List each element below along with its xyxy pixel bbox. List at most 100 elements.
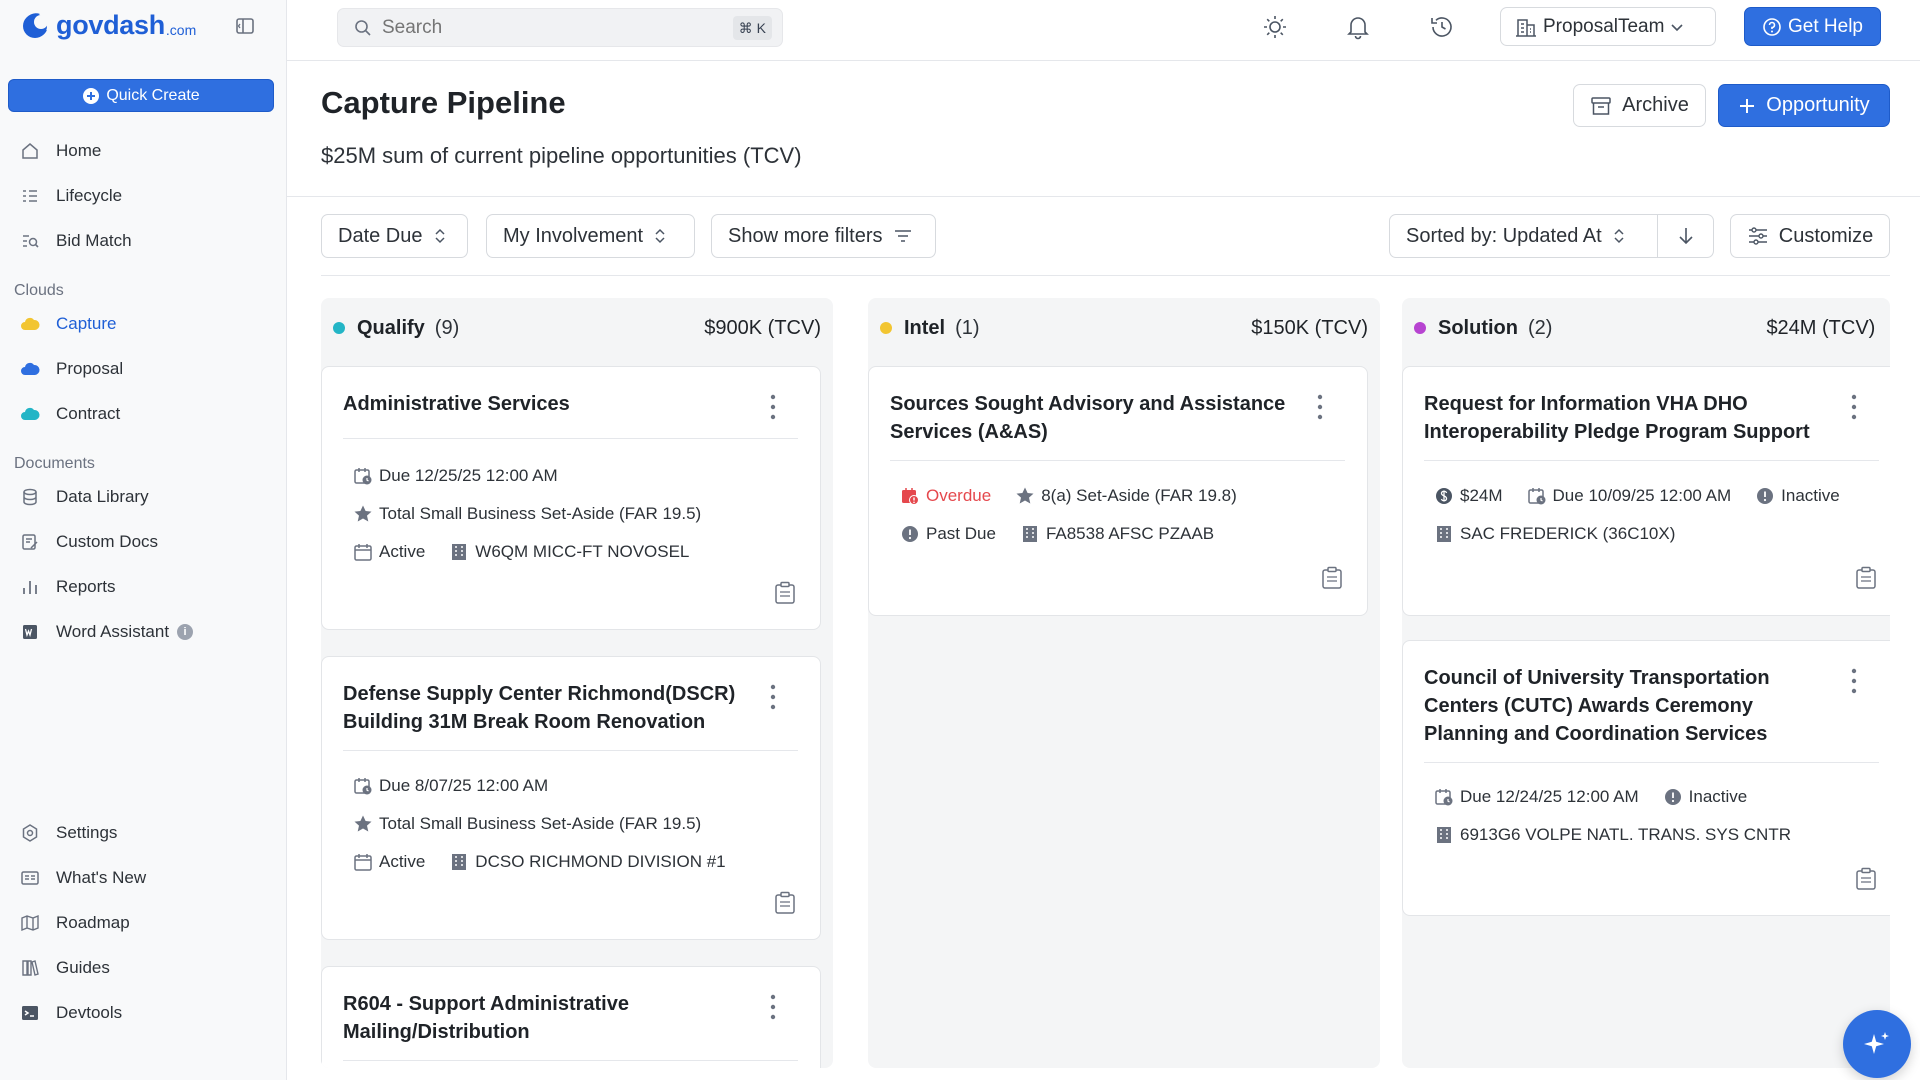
- get-help-button[interactable]: Get Help: [1744, 7, 1881, 46]
- opportunity-card[interactable]: Council of University Transportation Cen…: [1402, 640, 1890, 916]
- clipboard-icon[interactable]: [774, 581, 796, 605]
- cloud-blue-icon: [21, 362, 40, 375]
- sidebar-item-word-assistant[interactable]: Word Assistant i: [14, 614, 274, 650]
- sidebar-item-guides[interactable]: Guides: [14, 950, 274, 986]
- archive-button[interactable]: Archive: [1573, 84, 1706, 127]
- sidebar-item-lifecycle[interactable]: Lifecycle: [14, 178, 274, 214]
- involvement-filter[interactable]: My Involvement: [486, 214, 695, 258]
- card-title[interactable]: Administrative Services: [343, 390, 743, 418]
- bell-icon[interactable]: [1345, 14, 1371, 40]
- card-title[interactable]: Sources Sought Advisory and Assistance S…: [890, 390, 1290, 446]
- sidebar-item-bid-match[interactable]: Bid Match: [14, 223, 274, 259]
- date-due-label: Date Due: [338, 224, 423, 247]
- status-text: Inactive: [1781, 486, 1840, 505]
- add-opportunity-label: Opportunity: [1766, 94, 1870, 116]
- more-vertical-icon[interactable]: [770, 684, 776, 710]
- contract-value: $24M: [1434, 486, 1503, 506]
- opportunity-card[interactable]: Administrative Services Due 12/25/25 12:…: [321, 366, 821, 630]
- sidebar-item-capture[interactable]: Capture: [14, 306, 274, 342]
- quick-create-button[interactable]: Quick Create: [8, 79, 274, 112]
- clipboard-icon[interactable]: [774, 891, 796, 915]
- status-dot: [880, 322, 892, 334]
- card-meta-row: 6913G6 VOLPE NATL. TRANS. SYS CNTR: [1434, 825, 1791, 845]
- sun-icon[interactable]: [1262, 14, 1288, 40]
- more-filters-button[interactable]: Show more filters: [711, 214, 936, 258]
- chevron-down-icon: [1671, 23, 1684, 31]
- card-meta-row: Active W6QM MICC-FT NOVOSEL: [353, 542, 689, 562]
- column-name: Intel: [904, 316, 946, 339]
- card-title[interactable]: Council of University Transportation Cen…: [1424, 664, 1824, 748]
- search-box[interactable]: ⌘ K: [337, 8, 783, 47]
- sidebar-item-roadmap[interactable]: Roadmap: [14, 905, 274, 941]
- column-name: Solution: [1438, 316, 1518, 339]
- card-title[interactable]: Defense Supply Center Richmond(DSCR) Bui…: [343, 680, 743, 736]
- sidebar-item-whats-new[interactable]: What's New: [14, 860, 274, 896]
- opportunity-card[interactable]: Request for Information VHA DHO Interope…: [1402, 366, 1890, 616]
- brand-suffix: .com: [165, 22, 197, 38]
- chevron-up-down-icon: [655, 228, 665, 244]
- sidebar-item-data-library[interactable]: Data Library: [14, 479, 274, 515]
- opportunity-card[interactable]: R604 - Support Administrative Mailing/Di…: [321, 966, 821, 1068]
- info-icon[interactable]: i: [177, 624, 194, 640]
- opportunity-card[interactable]: Sources Sought Advisory and Assistance S…: [868, 366, 1368, 616]
- calendar-clock-icon: [1435, 789, 1453, 806]
- office-text: FA8538 AFSC PZAAB: [1045, 524, 1215, 543]
- sidebar-item-home[interactable]: Home: [14, 133, 274, 169]
- office: 6913G6 VOLPE NATL. TRANS. SYS CNTR: [1434, 825, 1791, 845]
- ai-assistant-button[interactable]: [1843, 1010, 1911, 1078]
- search-input[interactable]: [382, 16, 722, 39]
- opportunity-card[interactable]: Defense Supply Center Richmond(DSCR) Bui…: [321, 656, 821, 940]
- sidebar-item-label: Contract: [56, 404, 121, 423]
- alert-circle-icon: [1757, 488, 1774, 504]
- history-icon[interactable]: [1429, 14, 1455, 40]
- column-count: (1): [955, 316, 980, 339]
- column-qualify: Qualify (9) $900K (TCV) Administrative S…: [321, 298, 833, 1068]
- sidebar-item-settings[interactable]: Settings: [14, 815, 274, 851]
- word-doc-icon: [23, 625, 37, 639]
- set-aside-text: 8(a) Set-Aside (FAR 19.8): [1041, 486, 1237, 505]
- card-title[interactable]: Request for Information VHA DHO Interope…: [1424, 390, 1824, 446]
- more-vertical-icon[interactable]: [1851, 668, 1857, 694]
- sidebar-item-devtools[interactable]: Devtools: [14, 995, 274, 1031]
- more-filters-label: Show more filters: [728, 224, 883, 247]
- customize-label: Customize: [1778, 224, 1874, 247]
- building-icon: [452, 854, 467, 870]
- sidebar-item-label: Custom Docs: [56, 532, 159, 551]
- customize-button[interactable]: Customize: [1730, 214, 1890, 258]
- more-vertical-icon[interactable]: [770, 994, 776, 1020]
- brand-logo[interactable]: govdash .com: [20, 10, 196, 41]
- clipboard-icon[interactable]: [1855, 867, 1877, 891]
- building-icon: [452, 544, 467, 560]
- clipboard-icon[interactable]: [1855, 566, 1877, 590]
- clipboard-icon[interactable]: [1321, 566, 1343, 590]
- sparkles-icon: [1864, 1032, 1889, 1054]
- value-text: $24M: [1460, 486, 1503, 505]
- more-vertical-icon[interactable]: [770, 394, 776, 420]
- sort-label: Sorted by: Updated At: [1406, 224, 1602, 247]
- office-text: W6QM MICC-FT NOVOSEL: [475, 542, 690, 561]
- set-aside: Total Small Business Set-Aside (FAR 19.5…: [353, 814, 701, 834]
- sidebar-collapse-icon[interactable]: [235, 16, 255, 36]
- due-date: Due 10/09/25 12:00 AM: [1527, 486, 1731, 506]
- card-divider: [343, 438, 798, 439]
- date-due-filter[interactable]: Date Due: [321, 214, 468, 258]
- add-opportunity-button[interactable]: Opportunity: [1718, 84, 1890, 127]
- more-vertical-icon[interactable]: [1851, 394, 1857, 420]
- sidebar-item-custom-docs[interactable]: Custom Docs: [14, 524, 274, 560]
- sidebar-item-proposal[interactable]: Proposal: [14, 351, 274, 387]
- sort-direction-button[interactable]: [1658, 226, 1713, 246]
- home-icon: [22, 143, 38, 159]
- column-count: (2): [1527, 316, 1553, 339]
- sidebar-item-label: Reports: [56, 577, 116, 596]
- column-total: $24M (TCV): [1766, 316, 1876, 339]
- sort-field-button[interactable]: Sorted by: Updated At: [1390, 215, 1658, 257]
- sidebar-item-reports[interactable]: Reports: [14, 569, 274, 605]
- calendar-icon: [354, 854, 372, 871]
- team-selector[interactable]: ProposalTeam: [1500, 7, 1716, 46]
- more-vertical-icon[interactable]: [1317, 394, 1323, 420]
- card-title[interactable]: R604 - Support Administrative Mailing/Di…: [343, 990, 743, 1046]
- due-date-text: Due 8/07/25 12:00 AM: [379, 776, 549, 795]
- sidebar-item-contract[interactable]: Contract: [14, 396, 274, 432]
- calendar-alert-icon: [902, 488, 919, 505]
- card-meta-row: Due 12/25/25 12:00 AM: [353, 466, 558, 486]
